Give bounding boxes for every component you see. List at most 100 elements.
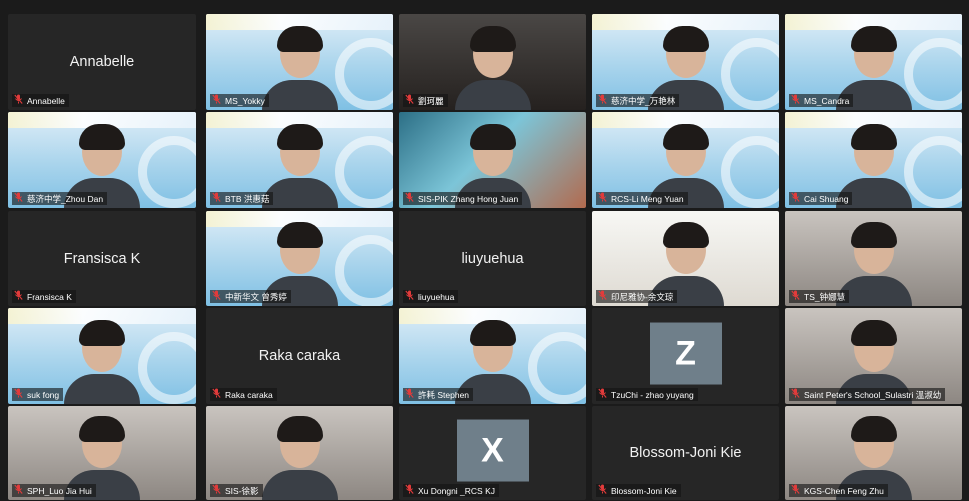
participant-name: SIS-徐影: [225, 485, 259, 496]
participant-tile[interactable]: Fransisca K Fransisca K: [8, 211, 196, 306]
mic-muted-icon: [405, 388, 414, 401]
participant-name-label: RCS-Li Meng Yuan: [596, 192, 688, 205]
participant-name: BTB 洪惠菇: [225, 193, 270, 204]
participant-name-label: liuyuehua: [403, 290, 459, 303]
participant-silhouette: [261, 26, 338, 110]
participant-tile[interactable]: TS_钟娜慧: [785, 211, 962, 306]
participant-tile[interactable]: RCS-Li Meng Yuan: [592, 112, 779, 208]
mic-muted-icon: [14, 484, 23, 497]
banner-decoration: [335, 136, 393, 208]
participant-tile[interactable]: Saint Peter's School_Sulastri 溫淑幼: [785, 308, 962, 404]
participant-name-label: Saint Peter's School_Sulastri 溫淑幼: [789, 388, 946, 401]
participant-name-label: MS_Candra: [789, 94, 854, 107]
participant-name-label: 印尼雅协-余文琼: [596, 290, 678, 303]
participant-name-label: SIS-PIK Zhang Hong Juan: [403, 192, 523, 205]
mic-muted-icon: [14, 388, 23, 401]
mic-muted-icon: [14, 192, 23, 205]
participant-tile[interactable]: liuyuehua liuyuehua: [399, 211, 586, 306]
participant-name: 印尼雅协-余文琼: [611, 291, 674, 302]
participant-name-label: SIS-徐影: [210, 484, 263, 497]
mic-muted-icon: [212, 192, 221, 205]
participant-tile[interactable]: Blossom-Joni Kie Blossom-Joni Kie: [592, 406, 779, 500]
mic-muted-icon: [405, 192, 414, 205]
participant-tile[interactable]: X Xu Dongni _RCS KJ: [399, 406, 586, 500]
participant-tile[interactable]: SIS-徐影: [206, 406, 393, 500]
participant-name: Blossom-Joni Kie: [611, 485, 677, 496]
participant-name-label: Blossom-Joni Kie: [596, 484, 681, 497]
avatar: Z: [649, 322, 722, 385]
video-gallery: Annabelle Annabelle MS_Yokky 劉珂麗 慈济中学_万艳林 MS_…: [0, 0, 969, 501]
participant-tile[interactable]: SIS-PIK Zhang Hong Juan: [399, 112, 586, 208]
participant-tile[interactable]: Z TzuChi - zhao yuyang: [592, 308, 779, 404]
participant-name-label: Raka caraka: [210, 388, 277, 401]
mic-muted-icon: [791, 192, 800, 205]
mic-muted-icon: [14, 290, 23, 303]
participant-silhouette: [64, 320, 140, 404]
participant-tile[interactable]: Raka caraka Raka caraka: [206, 308, 393, 404]
mic-muted-icon: [212, 388, 221, 401]
participant-display-name: Raka caraka: [258, 348, 341, 364]
participant-name-label: BTB 洪惠菇: [210, 192, 274, 205]
participant-tile[interactable]: MS_Candra: [785, 14, 962, 110]
mic-muted-icon: [14, 94, 23, 107]
mic-muted-icon: [791, 484, 800, 497]
participant-name-label: 中新华文 曾秀婷: [210, 290, 291, 303]
participant-name-label: TS_钟娜慧: [789, 290, 850, 303]
participant-tile[interactable]: 劉珂麗: [399, 14, 586, 110]
participant-name-label: suk fong: [12, 388, 64, 401]
mic-muted-icon: [598, 484, 607, 497]
participant-tile[interactable]: 慈济中学_万艳林: [592, 14, 779, 110]
banner-decoration: [138, 136, 196, 208]
banner-decoration: [721, 136, 779, 208]
banner-decoration: [904, 38, 962, 110]
participant-tile[interactable]: 印尼雅协-余文琼: [592, 211, 779, 306]
mic-muted-icon: [791, 290, 800, 303]
participant-name-label: 許耗 Stephen: [403, 388, 474, 401]
participant-tile[interactable]: 許耗 Stephen: [399, 308, 586, 404]
participant-name: RCS-Li Meng Yuan: [611, 193, 684, 204]
participant-name-label: SPH_Luo Jia Hui: [12, 484, 96, 497]
participant-display-name: liuyuehua: [461, 250, 524, 267]
banner-decoration: [528, 332, 586, 404]
mic-muted-icon: [598, 388, 607, 401]
participant-tile[interactable]: MS_Yokky: [206, 14, 393, 110]
mic-muted-icon: [212, 484, 221, 497]
participant-name-label: 劉珂麗: [403, 94, 448, 107]
mic-muted-icon: [598, 192, 607, 205]
participant-name: Annabelle: [27, 95, 65, 106]
participant-name: TS_钟娜慧: [804, 291, 846, 302]
participant-silhouette: [454, 26, 531, 110]
participant-name: 中新华文 曾秀婷: [225, 291, 287, 302]
participant-silhouette: [261, 416, 338, 500]
participant-name-label: TzuChi - zhao yuyang: [596, 388, 698, 401]
participant-display-name: Blossom-Joni Kie: [629, 445, 742, 461]
participant-name: Fransisca K: [27, 291, 72, 302]
participant-name: KGS-Chen Feng Zhu: [804, 485, 884, 496]
participant-tile[interactable]: KGS-Chen Feng Zhu: [785, 406, 962, 500]
mic-muted-icon: [405, 94, 414, 107]
participant-tile[interactable]: BTB 洪惠菇: [206, 112, 393, 208]
participant-name: Raka caraka: [225, 389, 273, 400]
banner-decoration: [335, 38, 393, 110]
participant-name: liuyuehua: [418, 291, 455, 302]
participant-name: Xu Dongni _RCS KJ: [418, 485, 496, 496]
participant-tile[interactable]: Cai Shuang: [785, 112, 962, 208]
participant-tile[interactable]: 慈济中学_Zhou Dan: [8, 112, 196, 208]
participant-name-label: Annabelle: [12, 94, 69, 107]
participant-name-label: Xu Dongni _RCS KJ: [403, 484, 500, 497]
participant-name: MS_Yokky: [225, 95, 265, 106]
mic-muted-icon: [791, 388, 800, 401]
participant-name-label: 慈济中学_万艳林: [596, 94, 680, 107]
participant-tile[interactable]: suk fong: [8, 308, 196, 404]
participant-name: 慈济中学_Zhou Dan: [27, 193, 104, 204]
avatar: X: [456, 419, 529, 482]
participant-name-label: Cai Shuang: [789, 192, 853, 205]
participant-name-label: 慈济中学_Zhou Dan: [12, 192, 108, 205]
mic-muted-icon: [405, 290, 414, 303]
mic-muted-icon: [212, 94, 221, 107]
participant-tile[interactable]: SPH_Luo Jia Hui: [8, 406, 196, 500]
participant-name: MS_Candra: [804, 95, 850, 106]
participant-tile[interactable]: Annabelle Annabelle: [8, 14, 196, 110]
participant-tile[interactable]: 中新华文 曾秀婷: [206, 211, 393, 306]
mic-muted-icon: [405, 484, 414, 497]
